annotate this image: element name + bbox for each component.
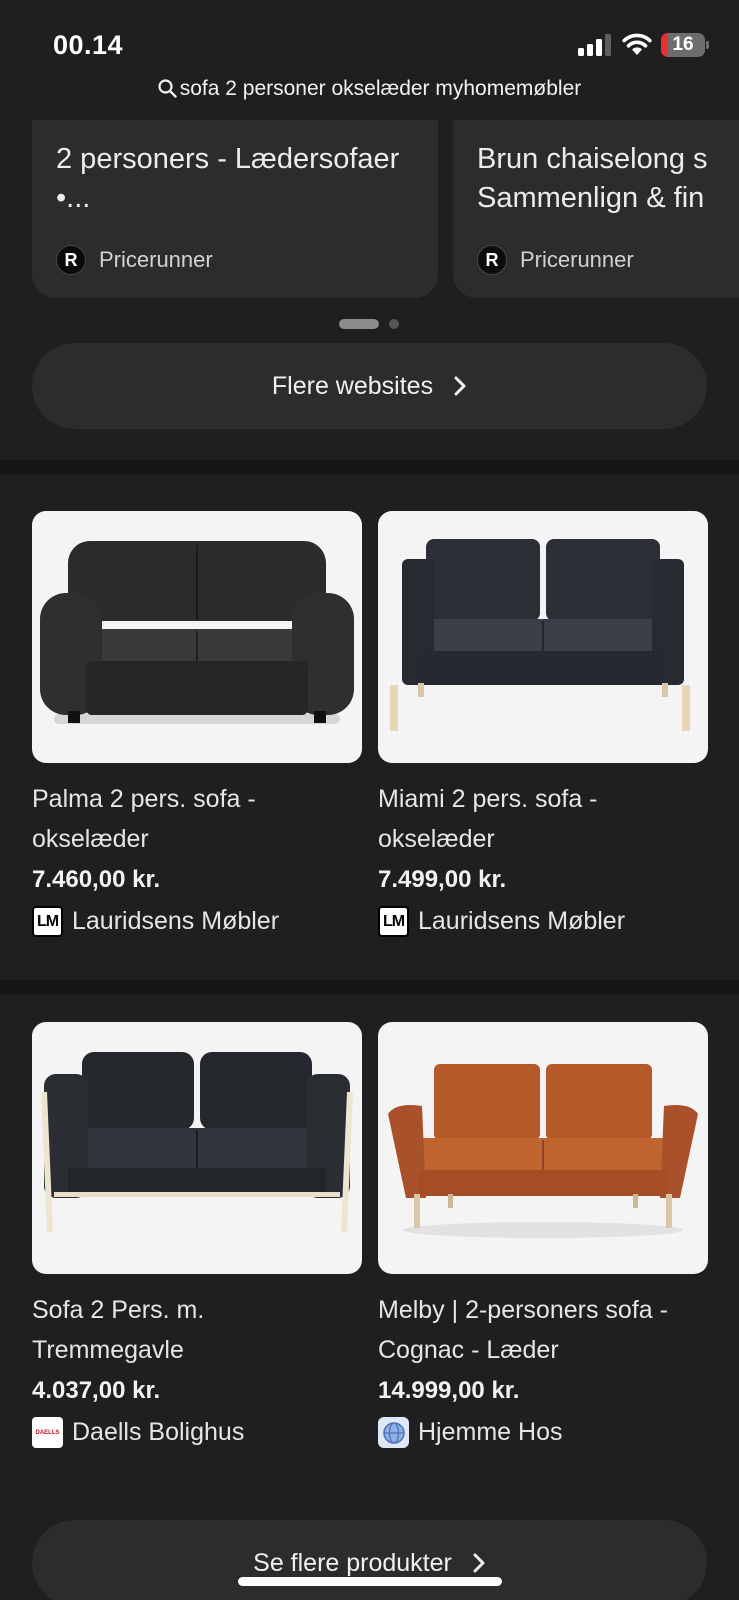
website-card-source: R Pricerunner <box>477 244 634 276</box>
product-store: LM Lauridsens Møbler <box>32 906 362 937</box>
more-websites-label: Flere websites <box>271 371 434 400</box>
wifi-icon <box>622 33 652 55</box>
home-indicator[interactable] <box>238 1577 502 1586</box>
carousel-dot <box>389 319 399 329</box>
product-store-name: Lauridsens Møbler <box>418 907 626 935</box>
lauridsens-logo-icon: LM <box>378 906 409 937</box>
search-query-bar[interactable]: sofa 2 personer okselæder myhomemøbler <box>0 77 739 107</box>
product-card[interactable]: Palma 2 pers. sofa - okselæder 7.460,00 … <box>32 511 362 937</box>
chevron-right-icon <box>473 1553 485 1573</box>
lauridsens-logo-icon: LM <box>32 906 63 937</box>
product-title: Sofa 2 Pers. m. Tremmegavle <box>32 1296 205 1364</box>
search-results-page: 00.14 16 sofa 2 personer okselæder myhom… <box>0 0 739 1600</box>
sofa-image <box>390 539 690 731</box>
product-store-name: Lauridsens Møbler <box>72 907 280 935</box>
sofa-image <box>41 1052 353 1233</box>
website-card[interactable]: Brun chaiselong s Sammenlign & fin R Pri… <box>453 120 739 298</box>
product-title: Miami 2 pers. sofa - okselæder <box>378 785 598 853</box>
website-card-source: R Pricerunner <box>56 244 213 276</box>
daells-logo-icon: DAELLS <box>32 1417 63 1448</box>
product-store-name: Daells Bolighus <box>72 1418 245 1446</box>
pricerunner-logo-icon: R <box>56 245 86 275</box>
product-card[interactable]: Melby | 2-personers sofa - Cognac - Læde… <box>378 1022 708 1448</box>
product-price: 14.999,00 kr. <box>378 1377 520 1404</box>
product-image[interactable] <box>378 511 708 763</box>
cellular-signal-icon <box>578 34 611 56</box>
more-products-button[interactable]: Se flere produkter <box>32 1520 707 1600</box>
sofa-image <box>40 541 354 724</box>
status-time: 00.14 <box>53 30 124 60</box>
more-websites-button[interactable]: Flere websites <box>32 343 707 429</box>
carousel-dot-active <box>339 319 379 329</box>
product-card[interactable]: Miami 2 pers. sofa - okselæder 7.499,00 … <box>378 511 708 937</box>
product-image[interactable] <box>32 1022 362 1274</box>
product-card[interactable]: Sofa 2 Pers. m. Tremmegavle 4.037,00 kr.… <box>32 1022 362 1448</box>
more-products-label: Se flere produkter <box>253 1548 452 1577</box>
search-query-text: sofa 2 personer okselæder myhomemøbler <box>179 77 582 100</box>
globe-icon <box>378 1417 409 1448</box>
chevron-right-icon <box>454 376 466 396</box>
website-card-title: 2 personers - Lædersofaer •... <box>56 143 400 214</box>
product-title: Melby | 2-personers sofa - Cognac - Læde… <box>378 1296 668 1364</box>
battery-indicator: 16 <box>661 33 709 57</box>
carousel-pagination <box>339 319 399 329</box>
status-bar: 00.14 16 <box>0 0 739 70</box>
pricerunner-logo-icon: R <box>477 245 507 275</box>
product-store: Hjemme Hos <box>378 1417 708 1448</box>
product-image[interactable] <box>32 511 362 763</box>
section-divider <box>0 980 739 994</box>
section-divider <box>0 460 739 474</box>
product-image[interactable] <box>378 1022 708 1274</box>
product-store-name: Hjemme Hos <box>418 1418 563 1446</box>
website-card-source-name: Pricerunner <box>520 247 634 272</box>
website-card-source-name: Pricerunner <box>99 247 213 272</box>
battery-percent: 16 <box>672 34 694 55</box>
product-title: Palma 2 pers. sofa - okselæder <box>32 785 256 853</box>
search-icon <box>158 79 177 98</box>
product-store: DAELLS Daells Bolighus <box>32 1417 362 1448</box>
website-card-title: Brun chaiselong s Sammenlign & fin <box>477 143 708 214</box>
product-price: 7.460,00 kr. <box>32 866 161 893</box>
sofa-image <box>388 1064 698 1238</box>
product-store: LM Lauridsens Møbler <box>378 906 708 937</box>
product-price: 4.037,00 kr. <box>32 1377 161 1404</box>
product-price: 7.499,00 kr. <box>378 866 507 893</box>
website-card[interactable]: 2 personers - Lædersofaer •... R Priceru… <box>32 120 438 298</box>
